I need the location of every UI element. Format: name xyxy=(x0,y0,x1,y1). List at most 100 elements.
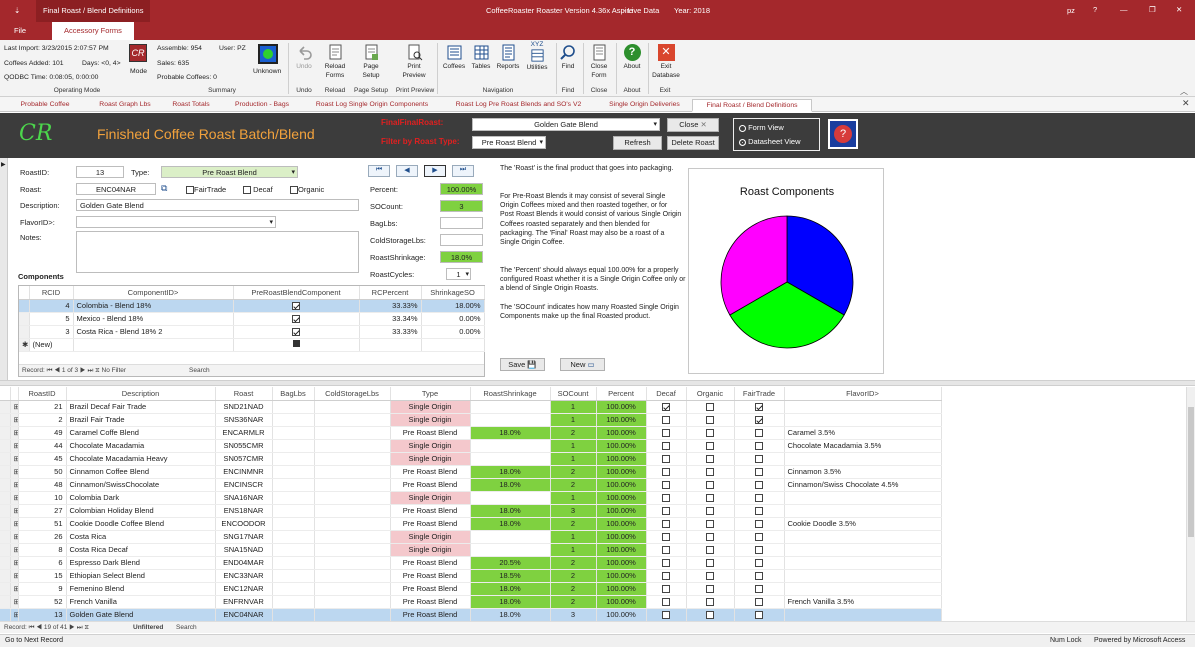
cell-shrinkage[interactable]: 18.5% xyxy=(470,569,551,583)
row-selector[interactable] xyxy=(0,465,11,479)
component-name[interactable]: Costa Rica - Blend 18% 2 xyxy=(73,325,234,339)
col-shrinkageso[interactable]: ShrinkageSO xyxy=(421,286,485,300)
cell-description[interactable]: Costa Rica xyxy=(66,530,216,544)
cell-baglbs[interactable] xyxy=(272,582,315,596)
utilities-button[interactable]: XYZ Utilities xyxy=(522,40,552,72)
cell-decaf[interactable] xyxy=(646,439,687,453)
cell-decaf[interactable] xyxy=(646,530,687,544)
cell-flavor[interactable] xyxy=(784,504,942,518)
cell-roast[interactable]: SN057CMR xyxy=(215,452,273,466)
table-row[interactable]: ⊞48Cinnamon/SwissChocolateENCINSCR Pre Ro… xyxy=(0,478,942,492)
cell-flavor[interactable]: Cinnamon 3.5% xyxy=(784,465,942,479)
cell-type[interactable]: Pre Roast Blend xyxy=(390,556,471,570)
expand-icon[interactable]: ⊞ xyxy=(10,400,19,414)
expand-icon[interactable]: ⊞ xyxy=(10,595,19,609)
cell-shrinkage[interactable]: 20.5% xyxy=(470,556,551,570)
cell-coldstorage[interactable] xyxy=(314,556,391,570)
components-search[interactable]: Search xyxy=(189,367,210,374)
cell-description[interactable]: Cookie Doodle Coffee Blend xyxy=(66,517,216,531)
cell-shrinkage[interactable]: 18.0% xyxy=(470,426,551,440)
cell-shrinkage[interactable]: 18.0% xyxy=(470,608,551,621)
cell-roastid[interactable]: 50 xyxy=(18,465,67,479)
cell-baglbs[interactable] xyxy=(272,426,315,440)
cell-fairtrade[interactable] xyxy=(734,530,785,544)
cell-decaf[interactable] xyxy=(646,491,687,505)
row-selector[interactable] xyxy=(0,608,11,621)
expand-icon[interactable]: ⊞ xyxy=(10,569,19,583)
cell-coldstorage[interactable] xyxy=(314,504,391,518)
row-selector[interactable] xyxy=(0,556,11,570)
col-socount[interactable]: SOCount xyxy=(550,387,597,401)
datasheet-search[interactable]: Search xyxy=(176,624,197,631)
cell-shrinkage[interactable]: 18.0% xyxy=(470,465,551,479)
undo-button[interactable]: Undo xyxy=(292,44,316,71)
cell-fairtrade[interactable] xyxy=(734,556,785,570)
cell-fairtrade[interactable] xyxy=(734,452,785,466)
cell-description[interactable]: Espresso Dark Blend xyxy=(66,556,216,570)
next-record-button[interactable]: ▶ xyxy=(424,165,446,177)
col-percent[interactable]: Percent xyxy=(596,387,647,401)
table-row[interactable]: ⊞8Costa Rica DecafSNA15NAD Single Origin 1… xyxy=(0,543,942,557)
save-button[interactable]: Save 💾 xyxy=(500,358,545,371)
cell-organic[interactable] xyxy=(686,426,735,440)
preroast-checkbox[interactable] xyxy=(233,299,360,313)
datasheet-record-nav[interactable]: Record: ⏮ ◀ 19 of 41 ▶ ⏭ ⧖ xyxy=(4,624,89,632)
cell-organic[interactable] xyxy=(686,582,735,596)
datasheet-view-option[interactable]: Datasheet View xyxy=(739,137,801,146)
close-tab-icon[interactable]: ✕ xyxy=(1182,98,1190,109)
record-selector[interactable]: ▶ xyxy=(0,158,8,380)
row-selector[interactable] xyxy=(0,452,11,466)
cell-baglbs[interactable] xyxy=(272,504,315,518)
cell-decaf[interactable] xyxy=(646,400,687,414)
cell-flavor[interactable] xyxy=(784,569,942,583)
table-row[interactable]: ⊞49Caramel Coffe BlendENCARMLR Pre Roast … xyxy=(0,426,942,440)
col-roast[interactable]: Roast xyxy=(215,387,273,401)
cell-fairtrade[interactable] xyxy=(734,478,785,492)
cell-baglbs[interactable] xyxy=(272,465,315,479)
expand-icon[interactable]: ⊞ xyxy=(10,556,19,570)
col-description[interactable]: Description xyxy=(66,387,216,401)
cell-flavor[interactable]: French Vanilla 3.5% xyxy=(784,595,942,609)
cell-coldstorage[interactable] xyxy=(314,400,391,414)
cell-type[interactable]: Single Origin xyxy=(390,452,471,466)
first-record-button[interactable]: ⏮ xyxy=(368,165,390,177)
row-selector[interactable] xyxy=(0,595,11,609)
col-type[interactable]: Type xyxy=(390,387,471,401)
cell-decaf[interactable] xyxy=(646,569,687,583)
component-name[interactable]: Mexico - Blend 18% xyxy=(73,312,234,326)
cell-baglbs[interactable] xyxy=(272,478,315,492)
table-row[interactable]: ⊞13Golden Gate BlendENC04NAR Pre Roast Bl… xyxy=(0,608,942,621)
row-selector[interactable] xyxy=(0,413,11,427)
cell-fairtrade[interactable] xyxy=(734,439,785,453)
expand-icon[interactable]: ⊞ xyxy=(10,608,19,621)
table-row[interactable]: ⊞26Costa RicaSNG17NAR Single Origin 1100.0… xyxy=(0,530,942,544)
cell-type[interactable]: Pre Roast Blend xyxy=(390,504,471,518)
cell-organic[interactable] xyxy=(686,478,735,492)
cell-flavor[interactable] xyxy=(784,413,942,427)
cell-organic[interactable] xyxy=(686,530,735,544)
last-record-button[interactable]: ⏭ xyxy=(452,165,474,177)
cell-roast[interactable]: SNA15NAD xyxy=(215,543,273,557)
cell-type[interactable]: Pre Roast Blend xyxy=(390,569,471,583)
table-row[interactable]: ⊞52French VanillaENFRNVAR Pre Roast Blend… xyxy=(0,595,942,609)
cell-coldstorage[interactable] xyxy=(314,582,391,596)
refresh-button[interactable]: Refresh xyxy=(613,136,662,150)
table-row[interactable]: ⊞45Chocolate Macadamia HeavySN057CMR Sing… xyxy=(0,452,942,466)
cell-decaf[interactable] xyxy=(646,426,687,440)
cell-baglbs[interactable] xyxy=(272,556,315,570)
expand-icon[interactable]: ⊞ xyxy=(10,478,19,492)
splitter-bar[interactable] xyxy=(0,380,1195,386)
cell-decaf[interactable] xyxy=(646,452,687,466)
coffees-button[interactable]: Coffees xyxy=(440,44,468,71)
cell-fairtrade[interactable] xyxy=(734,517,785,531)
expand-icon[interactable]: ⊞ xyxy=(10,530,19,544)
col-rcid[interactable]: RCID xyxy=(29,286,74,300)
cell-decaf[interactable] xyxy=(646,465,687,479)
cell-description[interactable]: Cinnamon/SwissChocolate xyxy=(66,478,216,492)
cell-flavor[interactable]: Cinnamon/Swiss Chocolate 4.5% xyxy=(784,478,942,492)
table-row[interactable]: ⊞10Colombia DarkSNA16NAR Single Origin 110… xyxy=(0,491,942,505)
cell-type[interactable]: Single Origin xyxy=(390,530,471,544)
cell-decaf[interactable] xyxy=(646,478,687,492)
preroast-checkbox[interactable] xyxy=(233,325,360,339)
col-roastid[interactable]: RoastID xyxy=(18,387,67,401)
